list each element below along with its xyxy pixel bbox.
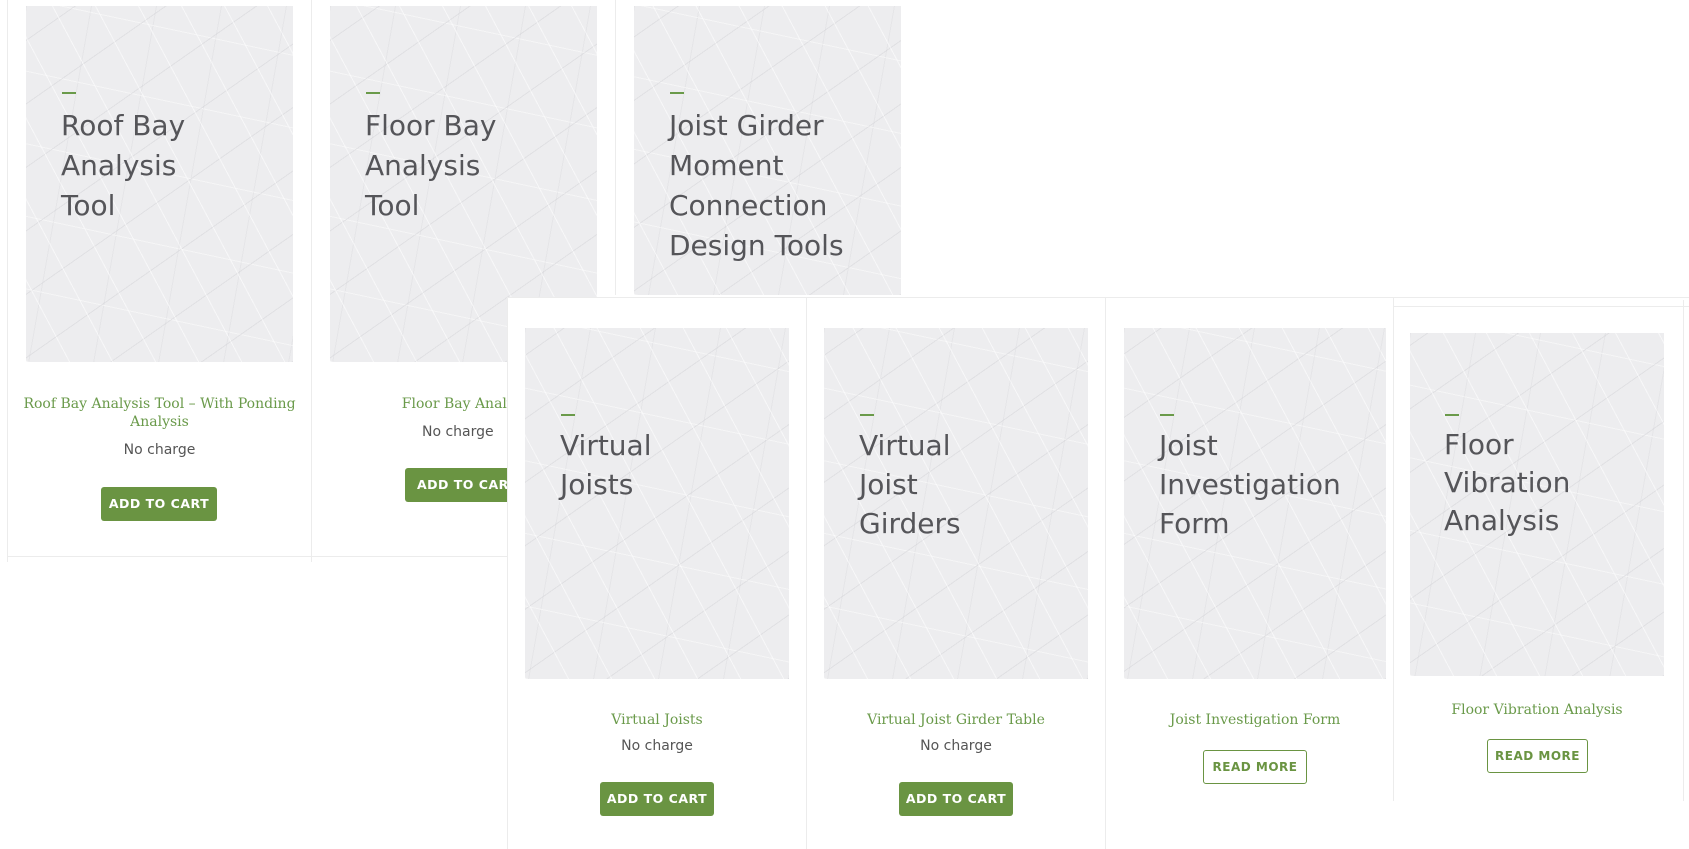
read-more-button[interactable]: READ MORE: [1203, 750, 1307, 784]
thumbnail-title: Joist Investigation Form: [1159, 429, 1341, 540]
product-title-link[interactable]: Roof Bay Analysis Tool – With Ponding An…: [18, 395, 301, 431]
product-card-virtual-joists: Virtual Joists Virtual Joists No charge …: [508, 298, 806, 849]
thumbnail-title: Virtual Joist Girders: [859, 429, 961, 540]
product-price: No charge: [621, 738, 693, 754]
thumbnail-title: Virtual Joists: [560, 429, 652, 501]
read-more-button[interactable]: READ MORE: [1487, 739, 1588, 773]
product-price: No charge: [123, 442, 196, 458]
accent-dash: [366, 92, 380, 94]
add-to-cart-button[interactable]: ADD TO CAR: [405, 468, 521, 502]
add-to-cart-button[interactable]: ADD TO CART: [101, 487, 217, 521]
accent-dash: [1160, 414, 1174, 416]
product-card-joist-investigation-form: Joist Investigation Form Joist Investiga…: [1106, 298, 1393, 849]
product-title-link[interactable]: Virtual Joist Girder Table: [807, 711, 1105, 729]
product-title-link[interactable]: Floor Bay Analys: [382, 395, 522, 413]
product-thumbnail[interactable]: Joist Investigation Form: [1124, 328, 1386, 679]
grid-divider: [7, 556, 507, 557]
accent-dash: [62, 92, 76, 94]
product-card-joist-girder-moment: Joist Girder Moment Connection Design To…: [616, 0, 918, 295]
product-thumbnail[interactable]: Joist Girder Moment Connection Design To…: [634, 6, 901, 295]
product-card-virtual-joist-girders: Virtual Joist Girders Virtual Joist Gird…: [807, 298, 1105, 849]
product-thumbnail[interactable]: Floor Vibration Analysis: [1410, 333, 1664, 676]
product-card-floor-vibration-analysis: Floor Vibration Analysis Floor Vibration…: [1394, 307, 1683, 801]
grid-divider: [1683, 300, 1684, 801]
accent-dash: [1445, 414, 1459, 416]
accent-dash: [670, 92, 684, 94]
thumbnail-title: Floor Bay Analysis Tool: [365, 109, 497, 222]
product-title-link[interactable]: Joist Investigation Form: [1106, 711, 1404, 729]
product-card-roof-bay: Roof Bay Analysis Tool Roof Bay Analysis…: [8, 0, 310, 556]
thumbnail-title: Floor Vibration Analysis: [1444, 428, 1571, 537]
product-thumbnail[interactable]: Virtual Joist Girders: [824, 328, 1088, 679]
product-thumbnail[interactable]: Virtual Joists: [525, 328, 789, 679]
product-title-link[interactable]: Virtual Joists: [508, 711, 806, 729]
add-to-cart-button[interactable]: ADD TO CART: [600, 782, 714, 816]
accent-dash: [860, 414, 874, 416]
product-title-link[interactable]: Floor Vibration Analysis: [1394, 701, 1680, 719]
add-to-cart-button[interactable]: ADD TO CART: [899, 782, 1013, 816]
accent-dash: [561, 414, 575, 416]
product-price: No charge: [920, 738, 992, 754]
product-thumbnail[interactable]: Roof Bay Analysis Tool: [26, 6, 293, 362]
thumbnail-title: Roof Bay Analysis Tool: [61, 109, 186, 222]
thumbnail-title: Joist Girder Moment Connection Design To…: [669, 109, 844, 262]
